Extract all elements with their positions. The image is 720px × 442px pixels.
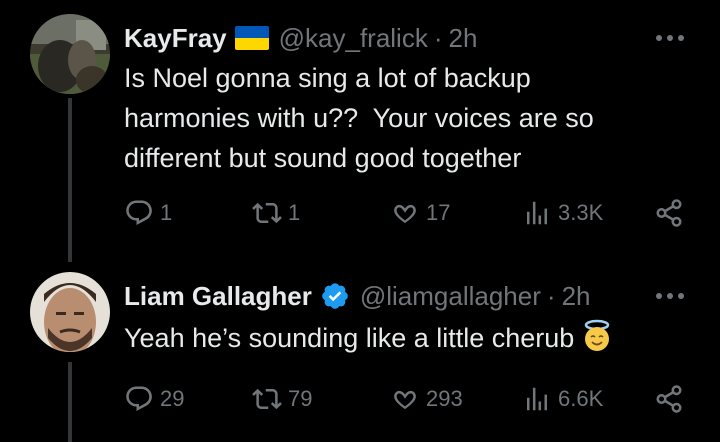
tweet-liamgallagher[interactable]: Liam Gallagher @liamgallagher · 2h Yeah …: [0, 258, 720, 442]
views-icon: [527, 201, 547, 225]
tweet-kayfray[interactable]: KayFray @kay_fralick · 2h Is Noel gonna …: [0, 0, 720, 262]
separator-dot: ·: [546, 280, 556, 311]
like-count: 293: [426, 386, 463, 411]
tweet-header: KayFray @kay_fralick · 2h: [124, 20, 690, 56]
avatar[interactable]: [30, 272, 110, 352]
heart-icon: [394, 204, 416, 224]
share-icon: [656, 385, 682, 413]
share-button[interactable]: [654, 382, 684, 416]
more-options-icon[interactable]: [650, 20, 690, 56]
repost-count: 1: [288, 200, 301, 225]
more-options-icon[interactable]: [650, 278, 690, 314]
views-icon: [527, 387, 547, 411]
tweet-text-line: Is Noel gonna sing a lot of backup: [124, 63, 531, 93]
share-button[interactable]: [654, 196, 684, 230]
handle[interactable]: @liamgallagher: [360, 281, 541, 312]
view-count: 6.6K: [558, 386, 604, 411]
views-button[interactable]: 6.6K: [522, 382, 603, 416]
tweet-header: Liam Gallagher @liamgallagher · 2h: [124, 278, 690, 314]
like-count: 17: [426, 200, 451, 225]
avatar[interactable]: [30, 14, 110, 94]
timestamp[interactable]: 2h: [562, 281, 591, 312]
view-count: 3.3K: [558, 200, 604, 225]
thread-line: [68, 362, 72, 442]
ukraine-flag-icon: [234, 26, 269, 50]
reply-count: 1: [160, 200, 173, 225]
repost-icon: [252, 388, 282, 410]
display-name[interactable]: KayFray: [124, 23, 227, 54]
repost-icon: [252, 202, 282, 224]
repost-count: 79: [288, 386, 313, 411]
display-name[interactable]: Liam Gallagher: [124, 281, 312, 312]
tweet-text: Yeah he’s sounding like a little cherub: [124, 318, 680, 358]
views-button[interactable]: 3.3K: [522, 196, 603, 230]
repost-button[interactable]: 1: [252, 196, 300, 230]
handle[interactable]: @kay_fralick: [279, 23, 428, 54]
reply-button[interactable]: 29: [124, 382, 184, 416]
tweet-text: Is Noel gonna sing a lot of backup harmo…: [124, 58, 680, 178]
verified-badge-icon[interactable]: [320, 281, 350, 311]
action-bar: 1 1 17 3.3K: [124, 196, 692, 230]
timestamp[interactable]: 2h: [449, 23, 478, 54]
heart-icon: [394, 390, 416, 410]
like-button[interactable]: 17: [390, 196, 450, 230]
separator-dot: ·: [433, 22, 443, 53]
reply-button[interactable]: 1: [124, 196, 172, 230]
tweet-text-line: different but sound good together: [124, 143, 522, 173]
angel-emoji-icon: [585, 319, 610, 351]
thread-line: [68, 98, 72, 262]
tweet-text-line: Yeah he’s sounding like a little cherub: [124, 323, 575, 353]
repost-button[interactable]: 79: [252, 382, 312, 416]
reply-icon: [126, 386, 152, 411]
share-icon: [656, 199, 682, 227]
like-button[interactable]: 293: [390, 382, 463, 416]
reply-icon: [126, 200, 152, 225]
tweet-text-line: harmonies with u?? Your voices are so: [124, 103, 594, 133]
reply-count: 29: [160, 386, 185, 411]
action-bar: 29 79 293 6.6K: [124, 382, 692, 416]
